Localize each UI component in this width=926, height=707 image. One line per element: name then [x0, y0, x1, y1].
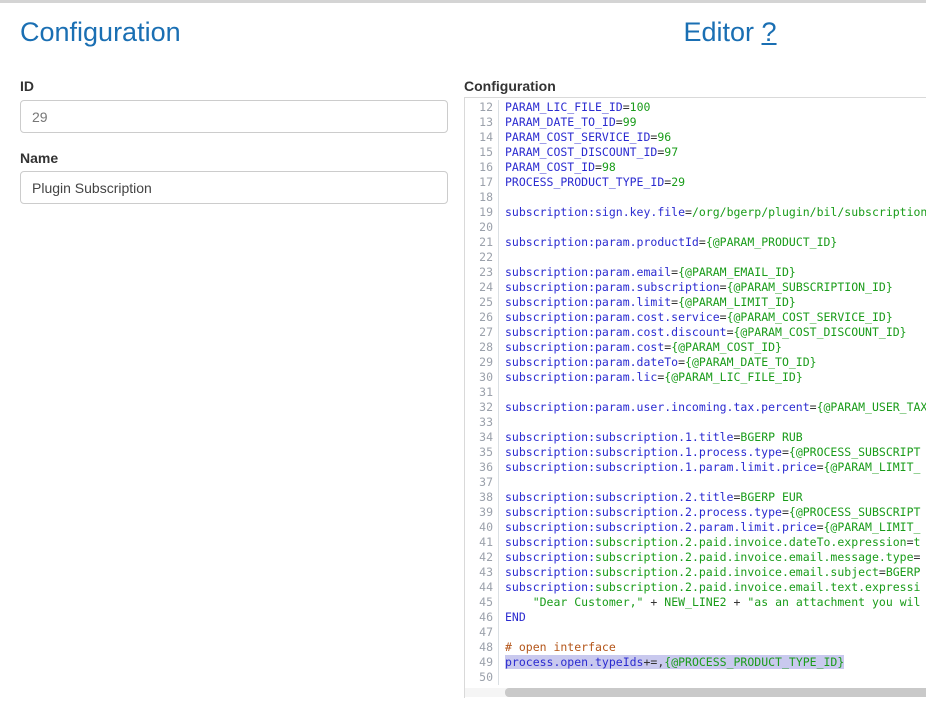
- code-line: subscription:subscription.2.title=BGERP …: [505, 490, 926, 505]
- line-number: 17: [465, 175, 493, 190]
- editor-body: 1213141516171819202122232425262728293031…: [465, 98, 926, 685]
- line-number: 28: [465, 340, 493, 355]
- line-number: 35: [465, 445, 493, 460]
- line-number: 41: [465, 535, 493, 550]
- line-number: 19: [465, 205, 493, 220]
- line-number: 38: [465, 490, 493, 505]
- code-line: # open interface: [505, 640, 926, 655]
- code-line: subscription:subscription.1.title=BGERP …: [505, 430, 926, 445]
- line-number: 49: [465, 655, 493, 670]
- code-line: subscription:subscription.2.process.type…: [505, 505, 926, 520]
- line-number: 34: [465, 430, 493, 445]
- code-line: PARAM_DATE_TO_ID=99: [505, 115, 926, 130]
- line-number: 20: [465, 220, 493, 235]
- line-number: 24: [465, 280, 493, 295]
- code-line: subscription:sign.key.file=/org/bgerp/pl…: [505, 205, 926, 220]
- editor-gutter: 1213141516171819202122232425262728293031…: [465, 100, 499, 685]
- line-number: 13: [465, 115, 493, 130]
- code-line: subscription:param.email={@PARAM_EMAIL_I…: [505, 265, 926, 280]
- code-line: subscription:param.subscription={@PARAM_…: [505, 280, 926, 295]
- id-field[interactable]: [20, 100, 448, 133]
- line-number: 23: [465, 265, 493, 280]
- code-line: subscription:param.cost.discount={@PARAM…: [505, 325, 926, 340]
- name-label: Name: [20, 150, 58, 166]
- line-number: 46: [465, 610, 493, 625]
- line-number: 48: [465, 640, 493, 655]
- code-line: [505, 385, 926, 400]
- code-line: [505, 415, 926, 430]
- code-line: subscription:subscription.2.paid.invoice…: [505, 550, 926, 565]
- code-line: subscription:subscription.2.paid.invoice…: [505, 580, 926, 595]
- code-line: subscription:param.lic={@PARAM_LIC_FILE_…: [505, 370, 926, 385]
- line-number: 31: [465, 385, 493, 400]
- line-number: 43: [465, 565, 493, 580]
- code-line: subscription:param.limit={@PARAM_LIMIT_I…: [505, 295, 926, 310]
- code-line: PARAM_COST_SERVICE_ID=96: [505, 130, 926, 145]
- line-number: 26: [465, 310, 493, 325]
- code-line: subscription:subscription.1.param.limit.…: [505, 460, 926, 475]
- line-number: 44: [465, 580, 493, 595]
- code-line: PARAM_COST_DISCOUNT_ID=97: [505, 145, 926, 160]
- line-number: 25: [465, 295, 493, 310]
- code-line: [505, 190, 926, 205]
- line-number: 37: [465, 475, 493, 490]
- code-line: subscription:subscription.2.paid.invoice…: [505, 535, 926, 550]
- code-line: subscription:param.cost={@PARAM_COST_ID}: [505, 340, 926, 355]
- line-number: 16: [465, 160, 493, 175]
- line-number: 15: [465, 145, 493, 160]
- line-number: 45: [465, 595, 493, 610]
- selected-text: process.open.typeIds+=,{@PROCESS_PRODUCT…: [505, 655, 844, 669]
- code-line: process.open.typeIds+=,{@PROCESS_PRODUCT…: [505, 655, 926, 670]
- name-field[interactable]: [20, 171, 448, 204]
- code-line: [505, 670, 926, 685]
- line-number: 50: [465, 670, 493, 685]
- line-number: 27: [465, 325, 493, 340]
- code-line: subscription:subscription.1.process.type…: [505, 445, 926, 460]
- line-number: 32: [465, 400, 493, 415]
- line-number: 14: [465, 130, 493, 145]
- editor-title: Editor ?: [464, 17, 926, 47]
- line-number: 47: [465, 625, 493, 640]
- page-title: Configuration: [20, 17, 181, 47]
- line-number: 39: [465, 505, 493, 520]
- id-label: ID: [20, 78, 34, 94]
- help-link[interactable]: ?: [762, 17, 777, 47]
- code-line: subscription:subscription.2.paid.invoice…: [505, 565, 926, 580]
- editor-horizontal-scrollbar[interactable]: [465, 688, 926, 697]
- editor-title-text: Editor: [683, 17, 754, 47]
- code-line: subscription:param.user.incoming.tax.per…: [505, 400, 926, 415]
- line-number: 33: [465, 415, 493, 430]
- line-number: 21: [465, 235, 493, 250]
- code-line: PARAM_COST_ID=98: [505, 160, 926, 175]
- code-line: [505, 625, 926, 640]
- code-line: subscription:param.dateTo={@PARAM_DATE_T…: [505, 355, 926, 370]
- code-line: [505, 220, 926, 235]
- line-number: 12: [465, 100, 493, 115]
- code-line: PROCESS_PRODUCT_TYPE_ID=29: [505, 175, 926, 190]
- page: Configuration Editor ? ID Name Configura…: [0, 0, 926, 707]
- scrollbar-thumb[interactable]: [505, 688, 926, 697]
- code-line: [505, 250, 926, 265]
- line-number: 30: [465, 370, 493, 385]
- line-number: 40: [465, 520, 493, 535]
- line-number: 18: [465, 190, 493, 205]
- configuration-label: Configuration: [464, 78, 556, 94]
- line-number: 29: [465, 355, 493, 370]
- config-editor[interactable]: 1213141516171819202122232425262728293031…: [464, 97, 926, 698]
- line-number: 42: [465, 550, 493, 565]
- editor-lines[interactable]: PARAM_LIC_FILE_ID=100PARAM_DATE_TO_ID=99…: [499, 100, 926, 685]
- line-number: 22: [465, 250, 493, 265]
- code-line: [505, 475, 926, 490]
- code-line: subscription:param.cost.service={@PARAM_…: [505, 310, 926, 325]
- code-line: subscription:subscription.2.param.limit.…: [505, 520, 926, 535]
- code-line: "Dear Customer," + NEW_LINE2 + "as an at…: [505, 595, 926, 610]
- code-line: END: [505, 610, 926, 625]
- top-divider: [0, 0, 926, 3]
- line-number: 36: [465, 460, 493, 475]
- code-line: subscription:param.productId={@PARAM_PRO…: [505, 235, 926, 250]
- code-line: PARAM_LIC_FILE_ID=100: [505, 100, 926, 115]
